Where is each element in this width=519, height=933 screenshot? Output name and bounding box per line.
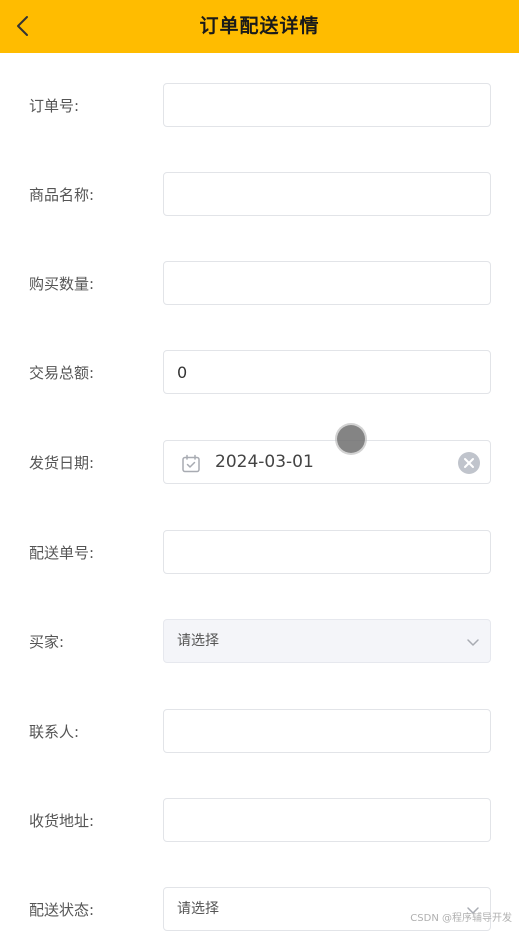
quantity-label: 购买数量:	[29, 275, 95, 293]
total-amount-input[interactable]: 0	[163, 350, 491, 394]
watermark: CSDN @程序辅导开发	[410, 913, 512, 924]
product-name-input[interactable]	[163, 172, 491, 216]
total-amount-value: 0	[177, 363, 188, 382]
form-row-order-no: 订单号:	[0, 83, 519, 129]
form-row-address: 收货地址:	[0, 798, 519, 844]
form-row-delivery-no: 配送单号:	[0, 530, 519, 576]
product-name-label: 商品名称:	[29, 186, 95, 204]
form-row-total-amount: 交易总额: 0	[0, 350, 519, 396]
contact-label: 联系人:	[29, 723, 80, 741]
ship-date-label: 发货日期:	[29, 454, 95, 472]
form-row-buyer: 买家: 请选择	[0, 619, 519, 665]
ship-date-value: 2024-03-01	[215, 452, 314, 472]
form-row-quantity: 购买数量:	[0, 261, 519, 307]
buyer-select[interactable]: 请选择	[163, 619, 491, 663]
quantity-input[interactable]	[163, 261, 491, 305]
order-no-input[interactable]	[163, 83, 491, 127]
order-no-label: 订单号:	[29, 97, 80, 115]
status-placeholder: 请选择	[177, 901, 219, 917]
buyer-label: 买家:	[29, 633, 65, 651]
status-label: 配送状态:	[29, 901, 95, 919]
calendar-icon	[182, 454, 200, 473]
form-row-contact: 联系人:	[0, 709, 519, 755]
ship-date-picker[interactable]: 2024-03-01	[163, 440, 491, 484]
form-row-product-name: 商品名称:	[0, 172, 519, 218]
address-input[interactable]	[163, 798, 491, 842]
page-title: 订单配送详情	[199, 15, 320, 37]
contact-input[interactable]	[163, 709, 491, 753]
delivery-no-input[interactable]	[163, 530, 491, 574]
address-label: 收货地址:	[29, 812, 95, 830]
chevron-down-icon	[467, 639, 479, 646]
buyer-placeholder: 请选择	[177, 633, 219, 649]
total-amount-label: 交易总额:	[29, 364, 95, 382]
delivery-no-label: 配送单号:	[29, 544, 95, 562]
app-header: 订单配送详情	[0, 0, 519, 53]
form-row-ship-date: 发货日期: 2024-03-01	[0, 440, 519, 486]
touch-indicator	[337, 425, 365, 453]
clear-icon[interactable]	[458, 452, 480, 474]
